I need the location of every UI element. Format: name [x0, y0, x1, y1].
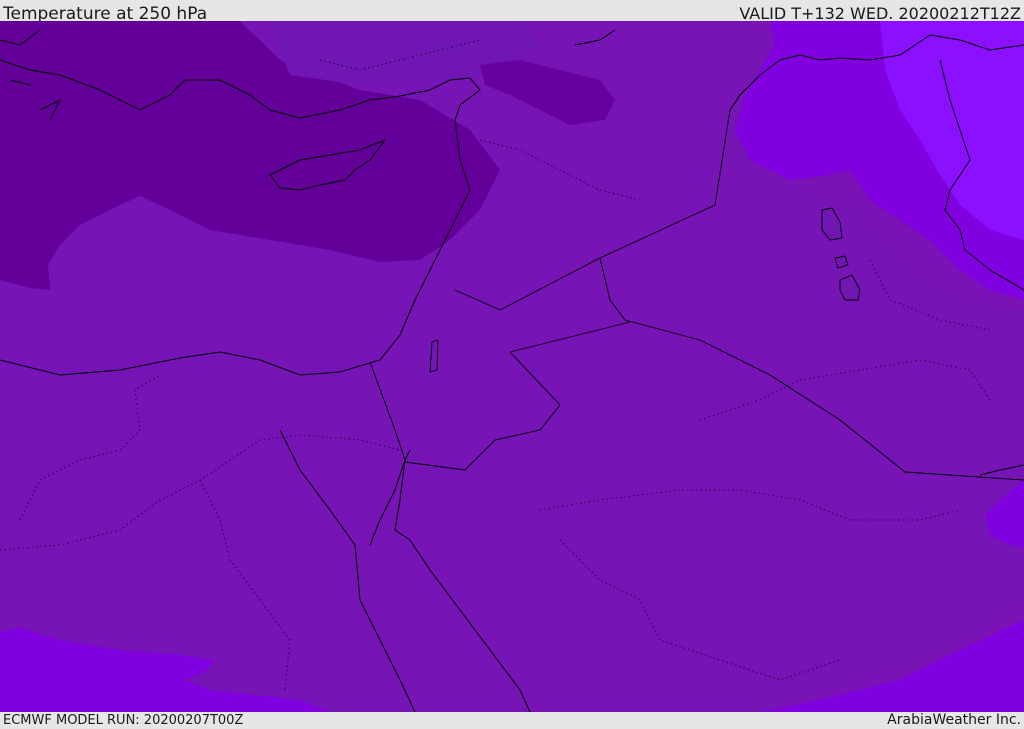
footer-bar: ECMWF MODEL RUN: 20200207T00Z ArabiaWeat… — [0, 712, 1024, 729]
header-bar: Temperature at 250 hPa VALID T+132 WED. … — [0, 0, 1024, 24]
temperature-map — [0, 21, 1024, 712]
brand-label: ArabiaWeather Inc. — [887, 712, 1021, 728]
model-run-label: ECMWF MODEL RUN: 20200207T00Z — [3, 713, 244, 728]
